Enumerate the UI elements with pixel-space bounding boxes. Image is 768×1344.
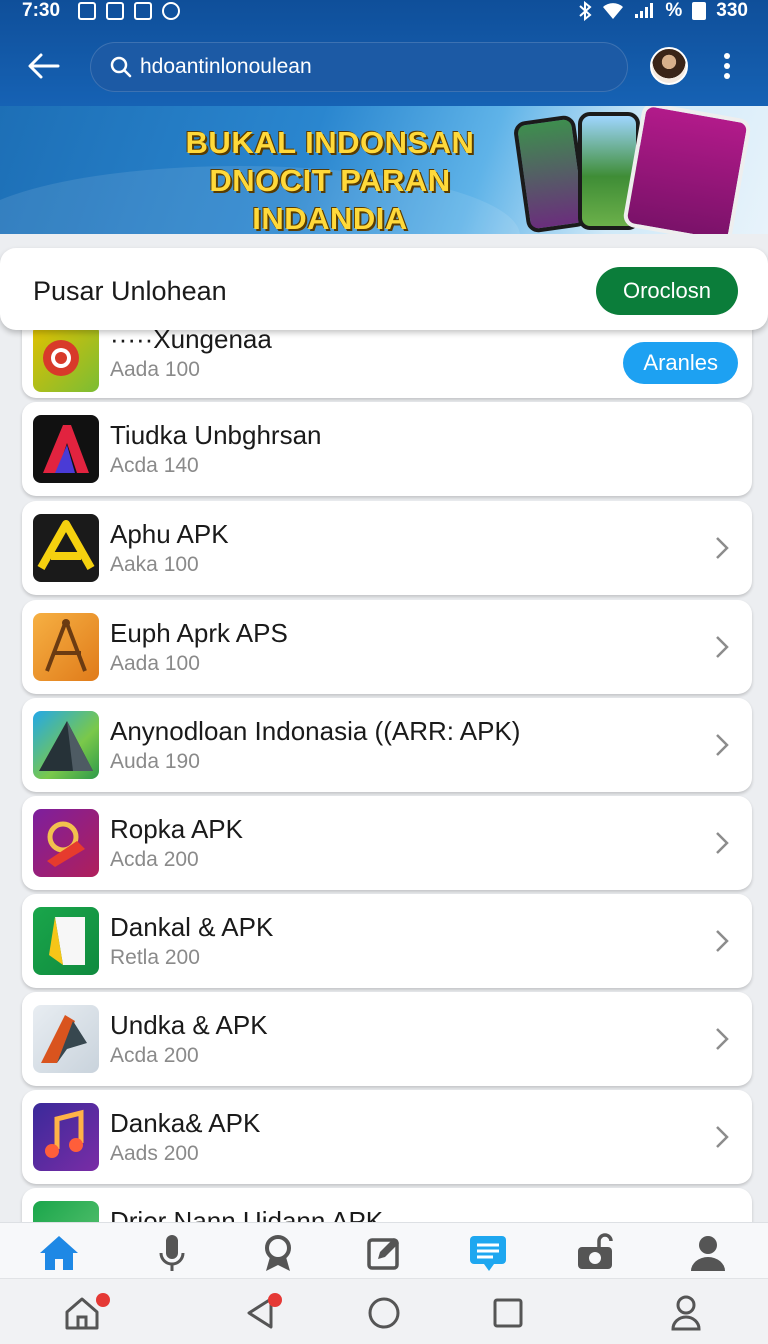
letter-a-app-icon [33, 415, 99, 483]
system-nav-bar [0, 1278, 768, 1344]
microphone-icon[interactable] [150, 1233, 194, 1273]
app-subtitle: Acda 140 [110, 454, 199, 477]
chevron-right-icon[interactable] [710, 534, 734, 562]
app-bar: 7:30 % 330 [0, 0, 768, 106]
notification-badge [268, 1293, 282, 1307]
avatar[interactable] [650, 47, 688, 85]
app-subtitle: Aada 100 [110, 358, 200, 381]
edit-icon[interactable] [362, 1233, 406, 1273]
app-subtitle: Acda 200 [110, 848, 199, 871]
back-arrow-icon[interactable] [26, 50, 62, 82]
recents-icon[interactable] [488, 1293, 528, 1333]
app-subtitle: Retla 200 [110, 946, 200, 969]
search-bar[interactable] [90, 42, 628, 92]
list-item[interactable]: Ropka APK Acda 200 [22, 796, 752, 890]
action-button[interactable]: Aranles [623, 342, 738, 384]
search-icon [110, 56, 132, 78]
search-input[interactable] [140, 55, 600, 79]
app-name: Tiudka Unbghrsan [110, 420, 322, 450]
chevron-right-icon[interactable] [710, 1025, 734, 1053]
status-time: 7:30 [22, 0, 61, 21]
chevron-right-icon[interactable] [710, 927, 734, 955]
bluetooth-icon [579, 1, 592, 21]
more-options-icon[interactable] [716, 50, 738, 82]
notification-icon [162, 2, 180, 20]
notification-icon [106, 2, 124, 20]
phone-illustration [621, 106, 753, 234]
home-icon[interactable] [37, 1233, 81, 1273]
battery-text: 330 [716, 0, 748, 21]
signal-text: % [665, 0, 683, 21]
camera-lock-icon[interactable] [574, 1233, 618, 1273]
music-note-app-icon [33, 1103, 99, 1171]
app-subtitle: Acda 200 [110, 1044, 199, 1067]
list-item[interactable]: Euph Aprk APS Aada 100 [22, 600, 752, 694]
target-app-icon [33, 324, 99, 392]
list-item[interactable]: Danka& APK Aads 200 [22, 1090, 752, 1184]
list-item[interactable]: Anynodloan Indonasia ((ARR: APK) Auda 19… [22, 698, 752, 792]
page-curl-app-icon [33, 907, 99, 975]
banner-line-2: DNOCIT PARAN INDANDIA [209, 163, 451, 234]
bottom-nav [0, 1222, 768, 1278]
list-item[interactable]: Undka & APK Acda 200 [22, 992, 752, 1086]
notification-badge [96, 1293, 110, 1307]
chevron-right-icon[interactable] [710, 1123, 734, 1151]
app-name: Euph Aprk APS [110, 618, 288, 648]
notification-icon [134, 2, 152, 20]
banner-line-1: BUKAL INDONSAN [185, 125, 475, 160]
app-name: Anynodloan Indonasia ((ARR: APK) [110, 716, 521, 746]
list-item[interactable]: Dankal & APK Retla 200 [22, 894, 752, 988]
chevron-right-icon[interactable] [710, 829, 734, 857]
mountain-app-icon [33, 711, 99, 779]
app-name: Dankal & APK [110, 912, 274, 942]
wifi-icon [603, 3, 624, 19]
app-name: Danka& APK [110, 1108, 261, 1138]
app-subtitle: Aaka 100 [110, 553, 199, 576]
circle-home-icon[interactable] [364, 1293, 404, 1333]
app-name: Aphu APK [110, 519, 229, 549]
person-icon[interactable] [666, 1293, 706, 1333]
notification-icon [78, 2, 96, 20]
wrench-app-icon [33, 809, 99, 877]
signal-icon [635, 3, 654, 18]
chevron-right-icon[interactable] [710, 633, 734, 661]
app-subtitle: Auda 190 [110, 750, 200, 773]
status-right: % 330 [577, 0, 748, 22]
profile-icon[interactable] [686, 1233, 730, 1273]
plane-app-icon [33, 1005, 99, 1073]
app-name: Undka & APK [110, 1010, 268, 1040]
list-item[interactable]: Aphu APK Aaka 100 [22, 501, 752, 595]
section-title: Pusar Unlohean [33, 276, 227, 306]
banner-headline: BUKAL INDONSAN DNOCIT PARAN INDANDIA [140, 124, 520, 234]
compass-app-icon [33, 613, 99, 681]
app-subtitle: Aada 100 [110, 652, 200, 675]
promo-banner[interactable]: BUKAL INDONSAN DNOCIT PARAN INDANDIA [0, 106, 768, 234]
battery-icon [692, 2, 707, 20]
status-bar: 7:30 % 330 [0, 0, 768, 24]
app-subtitle: Aads 200 [110, 1142, 199, 1165]
chevron-right-icon[interactable] [710, 731, 734, 759]
section-header: Pusar Unlohean Oroclosn [0, 248, 768, 330]
letter-a-yellow-app-icon [33, 514, 99, 582]
app-name: Ropka APK [110, 814, 243, 844]
list-item[interactable]: Tiudka Unbghrsan Acda 140 [22, 402, 752, 496]
chat-icon[interactable] [466, 1233, 510, 1273]
award-icon[interactable] [256, 1233, 300, 1273]
section-action-button[interactable]: Oroclosn [596, 267, 738, 315]
